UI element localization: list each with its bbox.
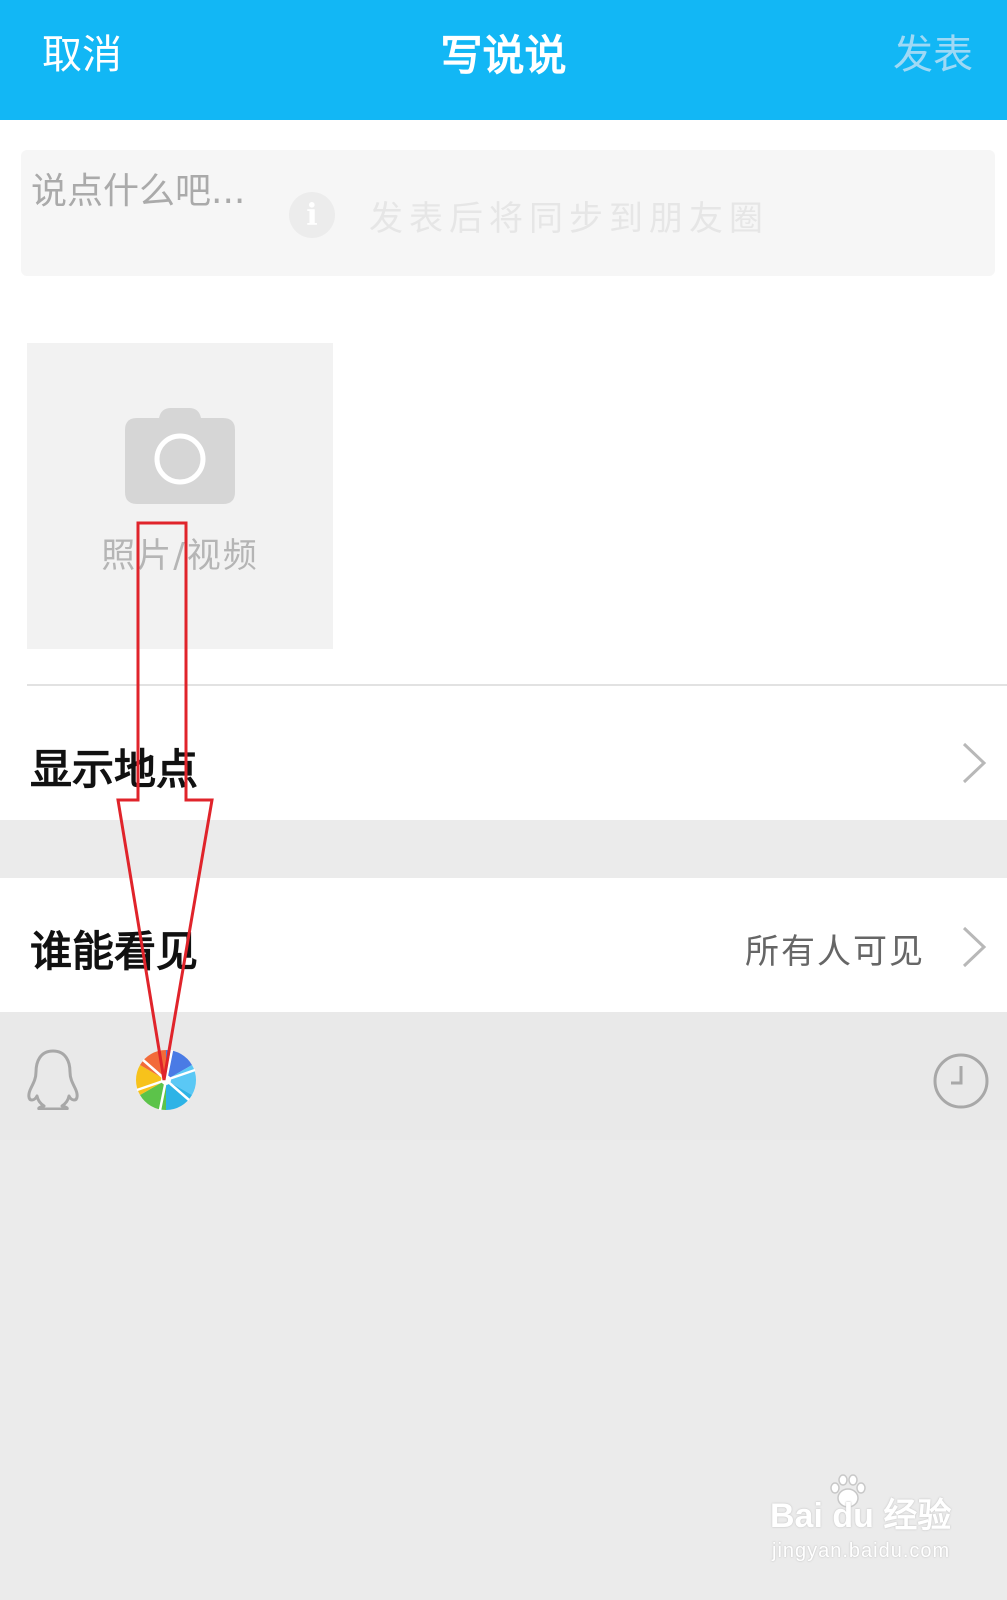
watermark-brand: Bai du 经验 <box>770 1497 952 1535</box>
photo-video-label: 照片/视频 <box>101 536 259 576</box>
show-location-row[interactable]: 显示地点 <box>0 700 1007 820</box>
bottom-toolbar <box>0 1012 1007 1140</box>
top-bar: 取消 写说说 发表 <box>0 0 1007 120</box>
divider <box>27 684 1007 686</box>
chevron-right-icon <box>962 926 987 968</box>
clock-icon[interactable] <box>932 1052 990 1110</box>
photo-aperture-icon[interactable] <box>136 1050 196 1110</box>
show-location-label: 显示地点 <box>30 745 199 794</box>
post-text-input[interactable] <box>21 150 995 276</box>
chevron-right-icon <box>962 742 987 784</box>
publish-button[interactable]: 发表 <box>893 22 973 80</box>
qq-icon[interactable] <box>26 1048 80 1110</box>
who-can-see-row[interactable]: 谁能看见 所有人可见 <box>0 878 1007 1012</box>
camera-icon <box>125 408 235 504</box>
who-can-see-label: 谁能看见 <box>30 927 199 976</box>
add-photo-video-button[interactable]: 照片/视频 <box>27 343 333 649</box>
watermark-url: jingyan.baidu.com <box>772 1540 951 1562</box>
post-text-box[interactable]: i 发表后将同步到朋友圈 <box>21 150 995 276</box>
baidu-jingyan-watermark: Bai du 经验 jingyan.baidu.com <box>770 1474 970 1578</box>
visibility-value: 所有人可见 <box>745 932 925 972</box>
page-title: 写说说 <box>440 31 567 80</box>
